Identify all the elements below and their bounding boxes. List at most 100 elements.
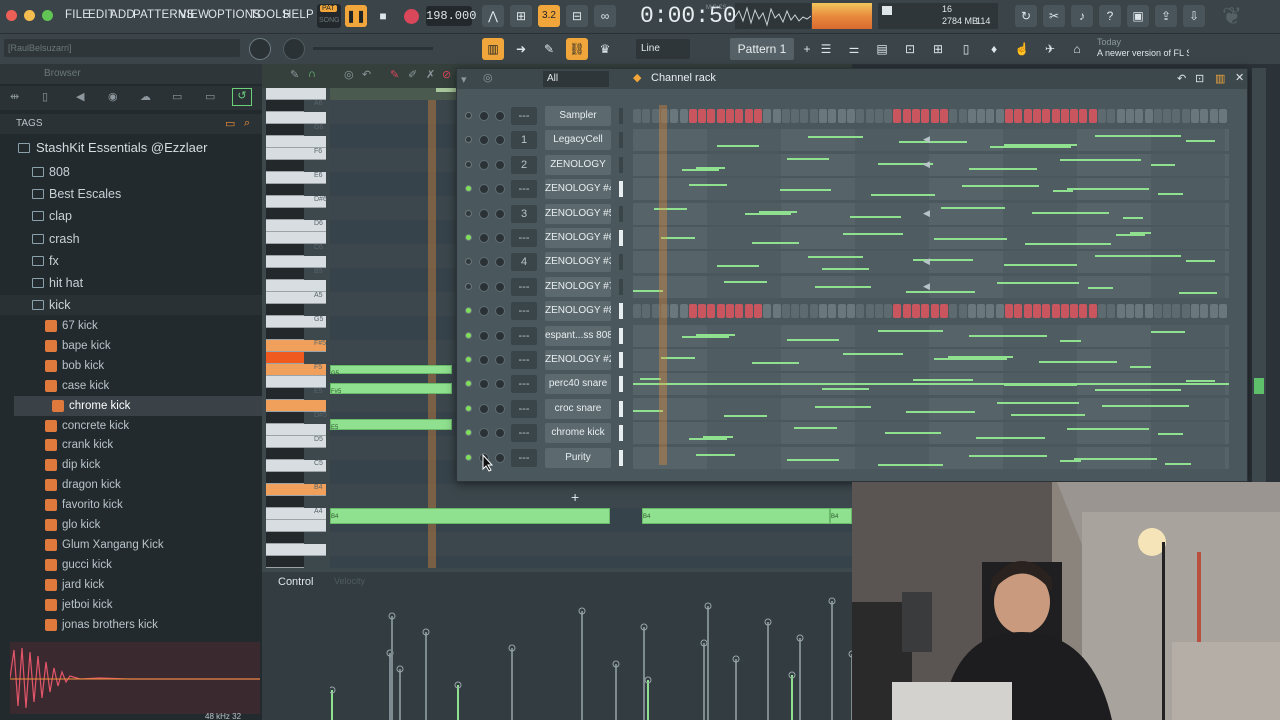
channel-mute-led[interactable] [465,112,472,119]
paint-icon[interactable]: ✐ [408,68,417,81]
step-button[interactable] [846,109,855,123]
control-label[interactable]: Control [278,576,313,588]
event-editor[interactable]: Control Velocity [262,572,852,720]
step-button[interactable] [986,304,995,319]
undo-rack-icon[interactable]: ↶ [1177,72,1186,85]
piano-key[interactable] [266,136,326,148]
velocity-lane[interactable] [330,572,852,720]
channel-pan-knob[interactable] [495,184,505,195]
channel-volume-knob[interactable] [479,159,489,170]
mixer-route-box[interactable]: --- [511,107,537,125]
tag-folder-icon[interactable]: ▭ [225,117,235,130]
channel-row-croc-snare[interactable]: --- croc snare [457,397,1249,420]
stop-button[interactable]: ■ [372,5,394,27]
step-button[interactable] [1079,109,1088,123]
step-button[interactable] [726,109,734,123]
piano-key[interactable] [266,112,326,124]
group-filter-select[interactable]: All [543,71,609,87]
step-button[interactable] [819,304,827,319]
speaker-muted-icon[interactable]: ◀ [923,134,930,145]
step-button[interactable] [726,304,734,319]
channel-row-zenology-3[interactable]: 4 ZENOLOGY #3 ◀ [457,251,1249,274]
step-button[interactable] [1209,304,1218,319]
step-button[interactable] [865,109,874,123]
speaker-muted-icon[interactable]: ◀ [923,281,930,292]
step-button[interactable] [1218,304,1227,319]
channel-pan-knob[interactable] [495,281,505,292]
export-icon[interactable]: ⇪ [1155,5,1177,27]
step-button[interactable] [949,304,958,319]
search-icon[interactable]: ⌕ [244,117,250,130]
step-button[interactable] [1200,304,1209,319]
step-button[interactable] [763,109,772,123]
step-button[interactable] [1005,304,1013,319]
step-button[interactable] [791,109,800,123]
mixer-route-box[interactable]: --- [511,375,537,394]
step-button[interactable] [633,109,641,123]
note-f-sharp-5[interactable]: F#5 [330,383,452,395]
pat-song-toggle[interactable]: PAT SONG [317,4,341,28]
channel-select-indicator[interactable] [619,278,623,295]
browser-folder-best-escales[interactable]: Best Escales [0,184,262,204]
step-button[interactable] [1042,109,1051,123]
step-button[interactable] [772,109,781,123]
step-button[interactable] [1153,304,1162,319]
piano-key[interactable] [266,244,304,256]
dropdown-arrow-icon[interactable]: ▾ [461,73,467,86]
tempo-display[interactable]: 198.000 [426,6,476,26]
channel-select-indicator[interactable] [619,230,623,246]
step-button[interactable] [828,304,837,319]
step-button[interactable] [1144,109,1153,123]
step-button[interactable] [1200,109,1209,123]
step-button[interactable] [1209,109,1218,123]
step-button[interactable] [921,109,930,123]
add-channel-button[interactable]: + [571,489,579,505]
channel-volume-knob[interactable] [479,233,489,243]
step-button[interactable] [1116,304,1125,319]
mute-tool-icon[interactable]: ⊘ [442,68,451,81]
channel-mute-led[interactable] [465,258,472,266]
swing-knob-icon[interactable]: ◎ [483,71,493,84]
step-button[interactable] [828,109,837,123]
mixer-route-box[interactable]: --- [511,448,537,467]
browser-folder-fx[interactable]: fx [0,251,262,271]
channel-name-button[interactable]: perc40 snare [545,374,611,395]
piano-key[interactable] [266,532,304,544]
channel-volume-knob[interactable] [479,184,489,195]
piano-key[interactable] [266,232,326,244]
step-button[interactable] [967,304,976,319]
step-button[interactable] [642,304,651,319]
step-button[interactable] [744,109,753,123]
step-button[interactable] [949,109,958,123]
step-button[interactable] [939,304,948,319]
channel-pan-knob[interactable] [495,208,505,219]
channel-mute-led[interactable] [465,160,472,168]
channel-select-indicator[interactable] [619,400,623,417]
channel-pan-knob[interactable] [495,428,505,439]
mixer-route-box[interactable]: --- [511,351,537,369]
plugin-icon[interactable]: ▯ [955,38,977,60]
channel-volume-knob[interactable] [479,257,489,268]
download-icon[interactable]: ⇩ [1183,5,1205,27]
step-button[interactable] [930,304,939,319]
mixer-route-box[interactable]: 1 [511,131,537,150]
step-button[interactable] [1032,304,1041,319]
step-button[interactable] [1088,304,1097,319]
browser-file-67-kick[interactable]: 67 kick [0,316,262,336]
wrench-icon[interactable]: ✎ [290,68,299,81]
channel-mute-led[interactable] [465,429,472,437]
wait-input-icon[interactable]: ⊞ [510,5,532,27]
step-button[interactable] [1125,304,1134,319]
step-button[interactable] [1135,109,1144,123]
channel-name-button[interactable]: ZENOLOGY #4 [545,179,611,200]
master-volume-knob[interactable] [249,38,271,60]
channel-volume-knob[interactable] [479,281,489,292]
step-button[interactable] [846,304,855,319]
channel-select-indicator[interactable] [619,425,623,442]
step-button[interactable] [1107,304,1116,319]
channel-row-legacycell[interactable]: 1 LegacyCell ◀ [457,129,1249,152]
browser-root[interactable]: StashKit Essentials @Ezzlaer [0,138,262,158]
channel-pattern[interactable] [633,397,1229,420]
piano-key[interactable] [266,268,304,280]
step-button[interactable] [837,109,846,123]
